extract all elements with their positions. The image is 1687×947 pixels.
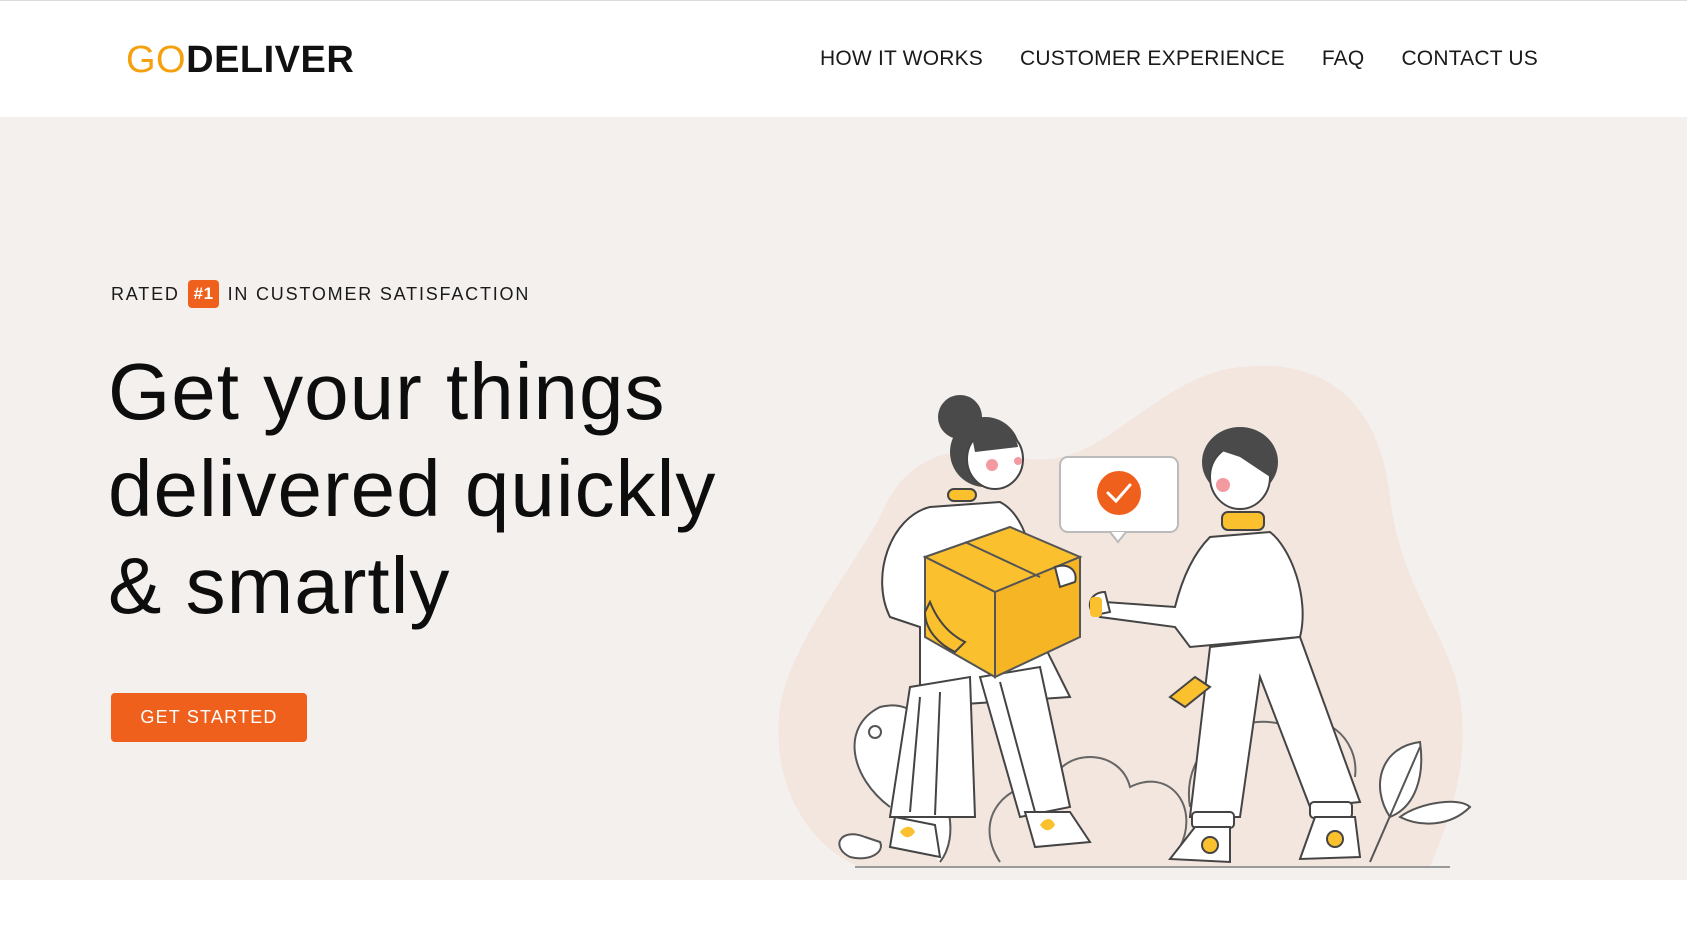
- headline-line-1: Get your things: [108, 347, 666, 436]
- site-header: GODELIVER HOW IT WORKS CUSTOMER EXPERIEN…: [0, 1, 1687, 117]
- rating-tagline: RATED #1 IN CUSTOMER SATISFACTION: [111, 280, 530, 308]
- rank-badge: #1: [187, 280, 219, 308]
- main-nav: HOW IT WORKS CUSTOMER EXPERIENCE FAQ CON…: [820, 46, 1538, 72]
- hero-section: RATED #1 IN CUSTOMER SATISFACTION Get yo…: [0, 117, 1687, 880]
- check-circle-icon: [1097, 471, 1141, 515]
- chat-bubble: [1059, 456, 1179, 544]
- logo-deliver: DELIVER: [186, 39, 355, 81]
- logo-go: GO: [126, 39, 187, 81]
- nav-how-it-works[interactable]: HOW IT WORKS: [820, 46, 983, 72]
- nav-contact-us[interactable]: CONTACT US: [1401, 46, 1538, 72]
- delivery-illustration: [778, 365, 1472, 868]
- logo[interactable]: GODELIVER: [126, 38, 354, 82]
- tagline-prefix: RATED: [111, 284, 180, 304]
- headline-line-3: & smartly: [108, 541, 451, 630]
- hero-headline: Get your things delivered quickly & smar…: [108, 343, 828, 634]
- nav-faq[interactable]: FAQ: [1322, 46, 1365, 72]
- get-started-button[interactable]: GET STARTED: [111, 693, 307, 742]
- nav-customer-experience[interactable]: CUSTOMER EXPERIENCE: [1020, 46, 1285, 72]
- headline-line-2: delivered quickly: [108, 444, 717, 533]
- tagline-suffix: IN CUSTOMER SATISFACTION: [227, 284, 531, 304]
